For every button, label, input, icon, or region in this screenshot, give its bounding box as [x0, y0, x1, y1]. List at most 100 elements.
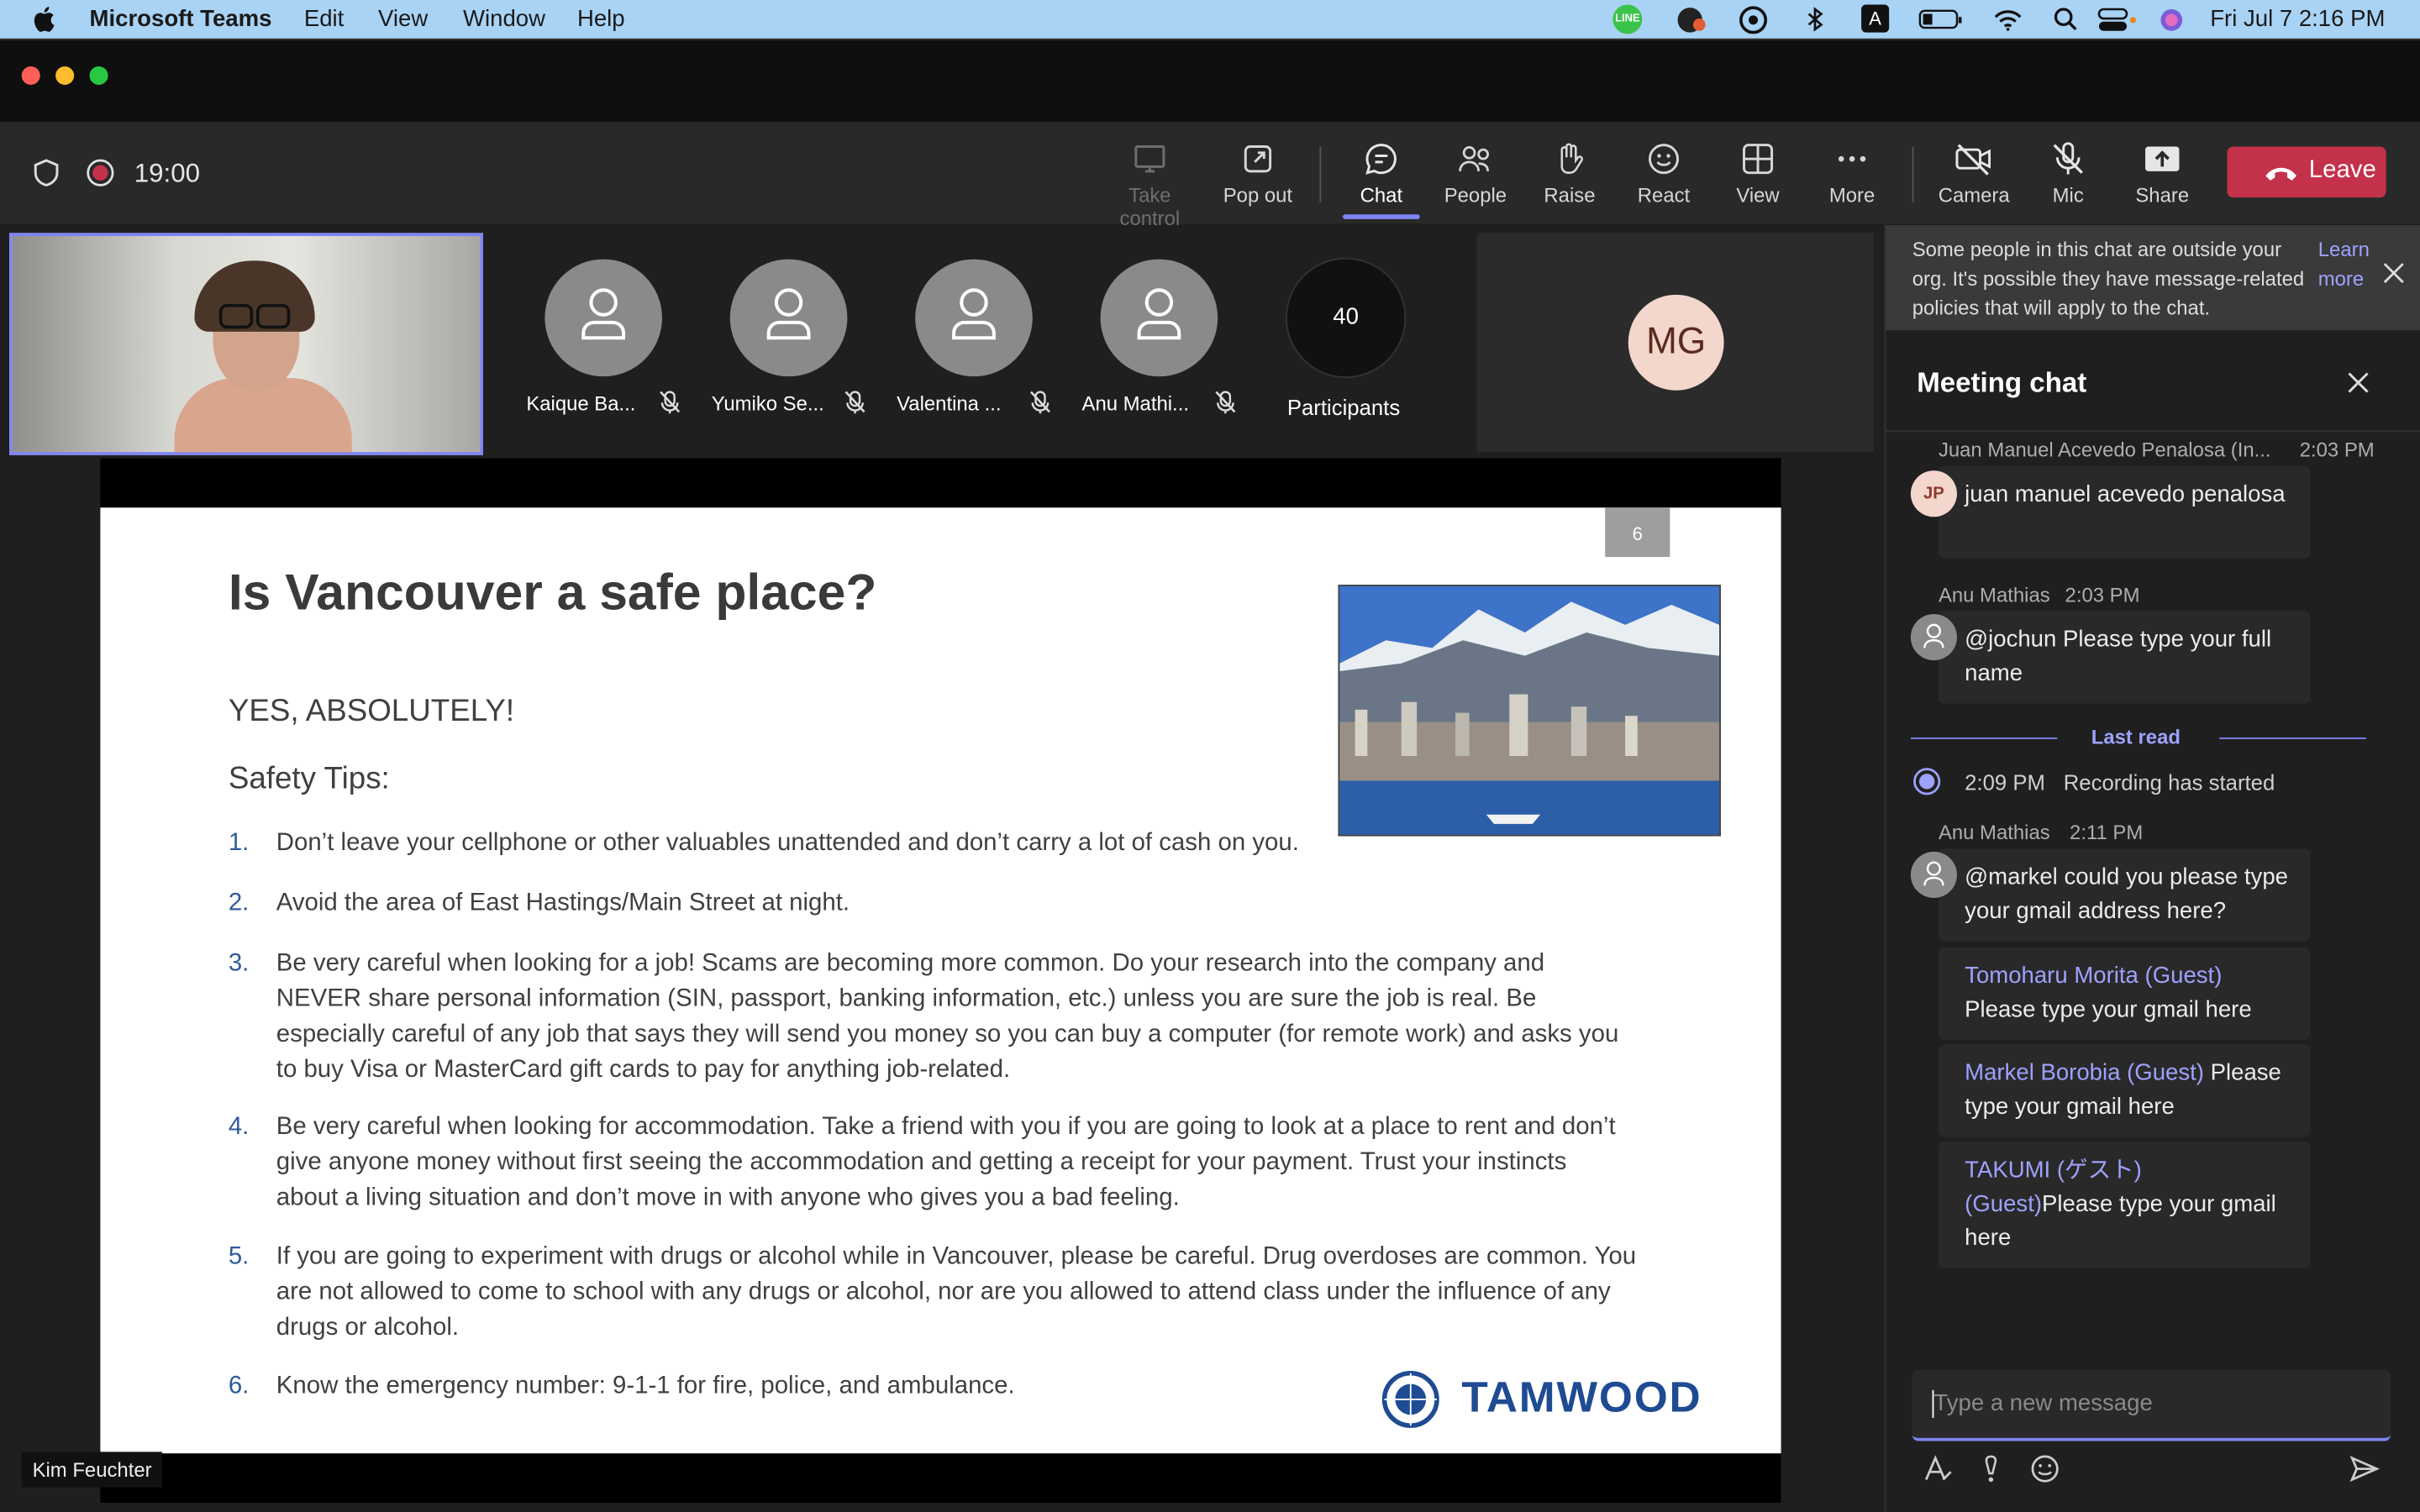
control-center-icon[interactable]: [2097, 5, 2138, 34]
share-screen-icon: [2145, 146, 2180, 171]
sender-avatar[interactable]: [1910, 614, 1957, 661]
participant-avatar[interactable]: [544, 259, 662, 377]
person-icon: [766, 288, 811, 340]
composer-placeholder: Type a new message: [1933, 1389, 2153, 1417]
shield-icon[interactable]: [33, 157, 60, 188]
clock[interactable]: Fri Jul 7 2:16 PM: [2210, 6, 2385, 32]
people-label: People: [1444, 183, 1507, 207]
message-time: 2:03 PM: [2299, 438, 2375, 462]
line-app-icon[interactable]: LINE: [1612, 4, 1643, 34]
more-dots-icon: [1838, 155, 1866, 162]
important-icon[interactable]: [1979, 1453, 2003, 1484]
message-time: 2:03 PM: [2065, 583, 2140, 606]
participants-overflow-button[interactable]: 40: [1286, 257, 1407, 378]
sender-avatar[interactable]: JP: [1910, 470, 1957, 517]
app-menu[interactable]: Microsoft Teams: [90, 6, 272, 32]
meeting-toolbar: 19:00 Take control Pop out Chat People R…: [0, 122, 2420, 230]
bluetooth-icon[interactable]: [1806, 5, 1824, 34]
last-read-divider: [1910, 737, 2058, 739]
share-button[interactable]: Share: [2116, 140, 2208, 207]
more-button[interactable]: More: [1806, 140, 1898, 207]
tip-number: 2.: [228, 890, 250, 917]
presenter-glasses: [218, 303, 254, 329]
pop-out-button[interactable]: Pop out: [1212, 140, 1304, 207]
pop-out-icon: [1244, 145, 1272, 173]
minimize-window-button[interactable]: [55, 66, 75, 86]
message-composer[interactable]: Type a new message: [1912, 1370, 2391, 1441]
view-button[interactable]: View: [1712, 140, 1804, 207]
mg-avatar: MG: [1628, 294, 1724, 391]
slide-section-heading: Safety Tips:: [228, 762, 390, 796]
emoji-icon[interactable]: [2029, 1453, 2060, 1484]
slide-subtitle: YES, ABSOLUTELY!: [228, 694, 515, 728]
leave-label: Leave: [2308, 157, 2376, 184]
camera-label: Camera: [1938, 183, 2010, 207]
mention[interactable]: Markel Borobia (Guest): [1965, 1060, 2204, 1086]
mic-off-icon: [1029, 391, 1050, 414]
chat-message[interactable]: TAKUMI (ゲスト) (Guest)Please type your gma…: [1938, 1142, 2311, 1268]
send-icon[interactable]: [2349, 1453, 2381, 1484]
close-icon[interactable]: [2383, 262, 2405, 284]
chat-message[interactable]: Tomoharu Morita (Guest) Please type your…: [1938, 947, 2311, 1040]
message-sender: Anu Mathias: [1938, 821, 2050, 844]
camera-off-icon: [1955, 144, 1991, 176]
chat-message[interactable]: @markel could you please type your gmail…: [1938, 848, 2311, 942]
take-control-button[interactable]: Take control: [1096, 140, 1204, 230]
participant-tile-mg[interactable]: MG: [1476, 233, 1874, 453]
message-sender: Anu Mathias: [1938, 583, 2050, 606]
participant-avatar[interactable]: [1100, 259, 1218, 377]
messenger-icon[interactable]: [1676, 5, 1707, 34]
participant-avatar[interactable]: [729, 259, 848, 377]
sender-avatar[interactable]: [1910, 851, 1957, 898]
mention[interactable]: Tomoharu Morita (Guest): [1965, 963, 2222, 989]
creative-cloud-icon[interactable]: [1738, 5, 1769, 34]
view-label: View: [1736, 183, 1780, 207]
zoom-window-button[interactable]: [89, 66, 108, 86]
mic-off-icon: [660, 391, 681, 414]
close-window-button[interactable]: [21, 66, 40, 86]
react-label: React: [1637, 183, 1691, 207]
tip-number: 1.: [228, 830, 250, 857]
presentation-slide: 6 Is Vancouver a safe place? YES, ABSOLU…: [100, 507, 1781, 1454]
participants-count: 40: [1333, 303, 1359, 331]
learn-more-link[interactable]: Learn more: [2318, 234, 2380, 293]
person-icon: [1137, 288, 1181, 340]
menu-edit[interactable]: Edit: [304, 6, 344, 32]
battery-icon[interactable]: [1918, 5, 1965, 34]
mic-button[interactable]: Mic: [2022, 140, 2114, 207]
people-button[interactable]: People: [1429, 140, 1522, 207]
meeting-timer: 19:00: [134, 159, 200, 189]
more-label: More: [1828, 183, 1876, 207]
notice-text: Some people in this chat are outside you…: [1912, 237, 2305, 320]
tip-number: 5.: [228, 1243, 250, 1270]
react-button[interactable]: React: [1618, 140, 1710, 207]
input-source-icon[interactable]: A: [1861, 4, 1890, 33]
wifi-icon[interactable]: [1992, 5, 2023, 34]
siri-icon[interactable]: [2158, 5, 2186, 34]
participant-name: Valentina ...: [897, 391, 1002, 416]
participant-avatar[interactable]: [915, 259, 1033, 377]
leave-button[interactable]: Leave: [2227, 146, 2386, 198]
take-control-label: Take control: [1119, 183, 1181, 230]
apple-icon[interactable]: [31, 5, 55, 34]
emoji-icon: [1648, 144, 1679, 175]
tip-number: 6.: [228, 1373, 250, 1399]
camera-button[interactable]: Camera: [1928, 140, 2020, 207]
chat-message[interactable]: @jochun Please type your full name: [1938, 611, 2311, 704]
format-icon[interactable]: [1922, 1453, 1953, 1484]
menu-help[interactable]: Help: [577, 6, 625, 32]
hang-up-icon: [2265, 167, 2297, 181]
menu-view[interactable]: View: [378, 6, 428, 32]
chat-button[interactable]: Chat: [1335, 140, 1428, 219]
tip-text: If you are going to experiment with drug…: [276, 1243, 1637, 1341]
raise-hand-button[interactable]: Raise: [1523, 140, 1616, 207]
participant-name: Anu Mathi...: [1081, 391, 1189, 416]
spotlight-search-icon[interactable]: [2053, 5, 2077, 34]
tip-text: Be very careful when looking for accommo…: [276, 1114, 1616, 1211]
chat-message[interactable]: juan manuel acevedo penalosa: [1938, 465, 2311, 559]
close-chat-icon[interactable]: [2346, 370, 2370, 395]
menu-window[interactable]: Window: [463, 6, 545, 32]
chat-message[interactable]: Markel Borobia (Guest) Please type your …: [1938, 1044, 2311, 1137]
presenter-video-tile[interactable]: [9, 233, 483, 455]
chat-label: Chat: [1360, 183, 1403, 207]
